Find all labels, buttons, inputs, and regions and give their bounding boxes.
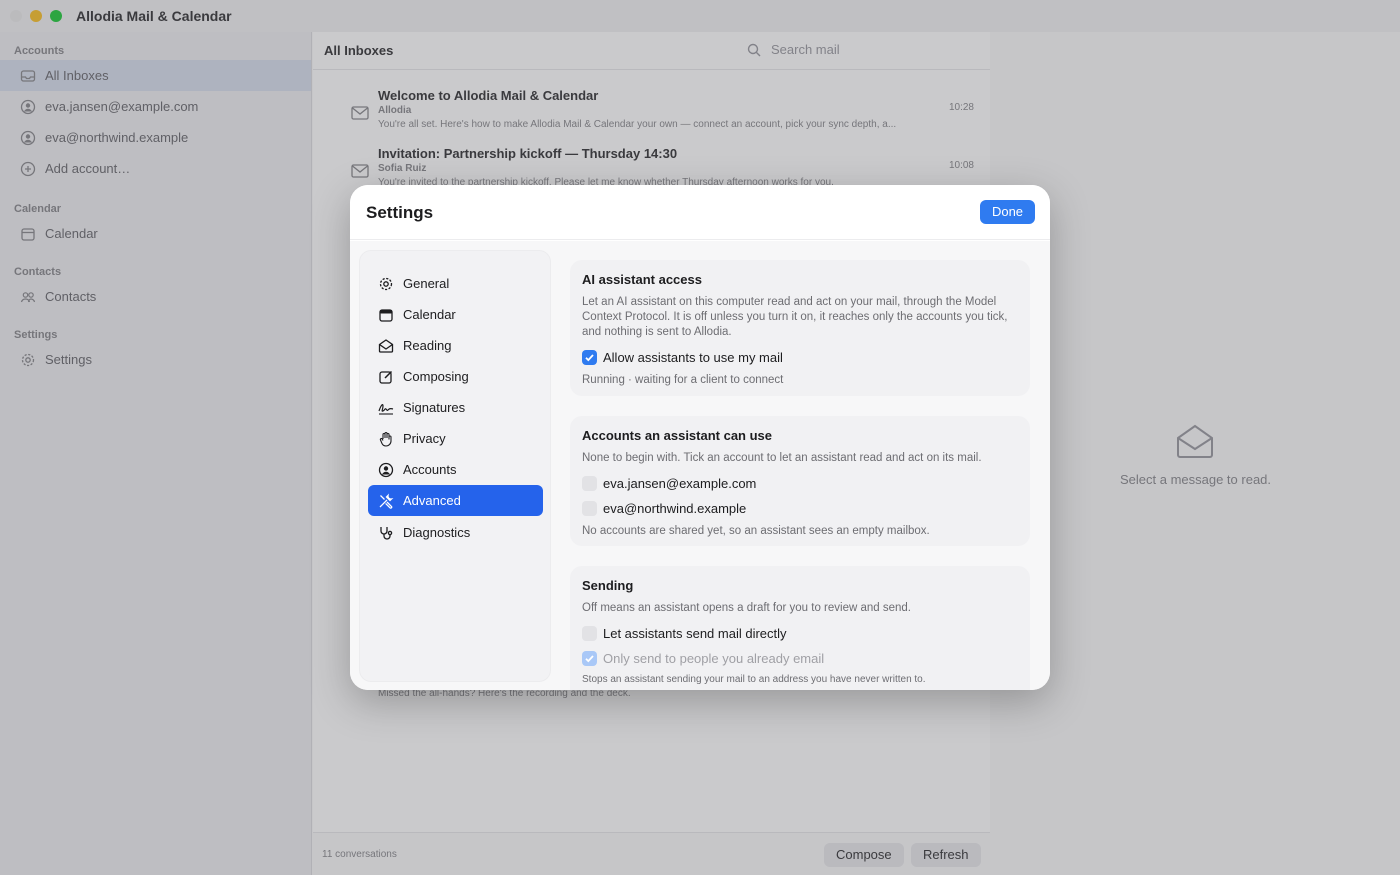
ai-access-card: AI assistant access Let an AI assistant … <box>570 260 1030 396</box>
send-directly-checkbox[interactable]: Let assistants send mail directly <box>582 625 1018 641</box>
checkbox-label: eva.jansen@example.com <box>603 475 757 491</box>
tools-icon <box>378 493 394 509</box>
settings-nav-label: Signatures <box>403 400 466 415</box>
calendar-icon <box>378 307 394 323</box>
envelope-open-icon <box>378 338 394 354</box>
settings-nav-label: Advanced <box>403 493 461 508</box>
settings-nav-diagnostics[interactable]: Diagnostics <box>368 517 543 548</box>
allow-assistants-toggle[interactable]: Allow assistants to use my mail <box>582 349 1018 365</box>
checkbox-label: Let assistants send mail directly <box>603 625 787 641</box>
assistant-accounts-card: Accounts an assistant can use None to be… <box>570 416 1030 546</box>
settings-nav-general[interactable]: General <box>368 268 543 299</box>
card-description: Off means an assistant opens a draft for… <box>582 602 912 614</box>
sending-note: Stops an assistant sending your mail to … <box>582 674 926 685</box>
settings-nav-label: Accounts <box>403 462 457 477</box>
settings-nav-accounts[interactable]: Accounts <box>368 454 543 485</box>
card-title: Sending <box>582 578 634 593</box>
card-description: None to begin with. Tick an account to l… <box>582 452 982 464</box>
gear-icon <box>378 276 394 292</box>
card-title: AI assistant access <box>582 272 702 287</box>
settings-content: AI assistant access Let an AI assistant … <box>570 241 1030 690</box>
settings-nav-label: Composing <box>403 369 469 384</box>
sending-card: Sending Off means an assistant opens a d… <box>570 566 1030 690</box>
settings-header: Settings Done <box>350 185 1050 240</box>
account-checkbox-eva-jansen[interactable]: eva.jansen@example.com <box>582 475 1018 491</box>
settings-nav-label: Calendar <box>403 307 456 322</box>
card-description: Let an AI assistant on this computer rea… <box>582 296 1008 338</box>
card-title: Accounts an assistant can use <box>582 428 773 443</box>
account-checkbox-eva-northwind[interactable]: eva@northwind.example <box>582 500 1018 516</box>
hand-icon <box>378 431 394 447</box>
settings-nav-label: Diagnostics <box>403 525 471 540</box>
checkbox-label: eva@northwind.example <box>603 500 747 516</box>
checkbox-label: Only send to people you already email <box>603 650 825 666</box>
settings-nav-label: Reading <box>403 338 452 353</box>
settings-nav-calendar[interactable]: Calendar <box>368 299 543 330</box>
settings-nav-label: General <box>403 276 450 291</box>
checkbox-label: Allow assistants to use my mail <box>603 349 783 365</box>
accounts-note: No accounts are shared yet, so an assist… <box>582 525 930 537</box>
signature-icon <box>378 400 394 416</box>
checkmark-icon <box>585 353 594 361</box>
checkbox[interactable] <box>582 475 597 491</box>
done-button[interactable]: Done <box>980 200 1035 224</box>
settings-body: General Calendar Reading Composing Signa… <box>350 241 1050 690</box>
person-circle-icon <box>378 462 394 478</box>
checkmark-icon <box>585 654 594 662</box>
settings-nav-privacy[interactable]: Privacy <box>368 423 543 454</box>
stethoscope-icon <box>378 525 394 541</box>
settings-nav-advanced[interactable]: Advanced <box>368 485 543 516</box>
settings-nav-reading[interactable]: Reading <box>368 330 543 361</box>
settings-sheet: Settings Done General Calendar Reading C… <box>350 185 1050 690</box>
checkbox <box>582 650 597 666</box>
checkbox[interactable] <box>582 500 597 516</box>
compose-icon <box>378 369 394 385</box>
settings-nav-signatures[interactable]: Signatures <box>368 392 543 423</box>
settings-title: Settings <box>366 203 434 222</box>
server-status: Running · waiting for a client to connec… <box>582 374 784 386</box>
settings-nav-label: Privacy <box>403 431 446 446</box>
known-recipients-checkbox: Only send to people you already email <box>582 650 1018 666</box>
settings-nav-composing[interactable]: Composing <box>368 361 543 392</box>
checkbox[interactable] <box>582 625 597 641</box>
checkbox[interactable] <box>582 349 597 365</box>
settings-nav: General Calendar Reading Composing Signa… <box>359 250 551 682</box>
